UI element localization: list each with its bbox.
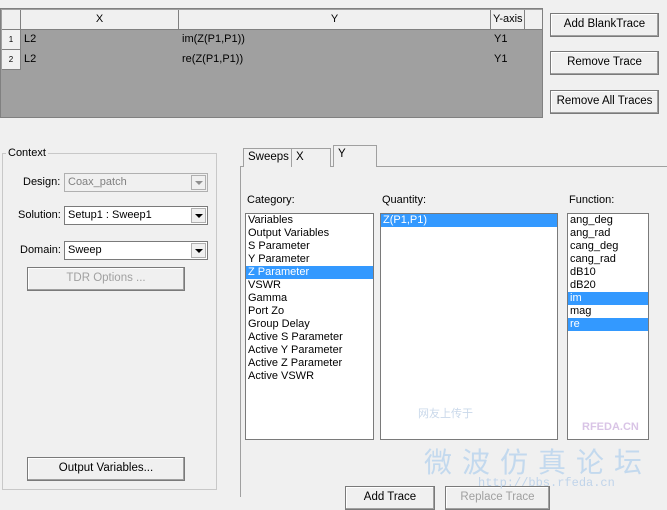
list-item[interactable]: cang_deg (568, 240, 648, 253)
remove-trace-button[interactable]: Remove Trace (550, 51, 659, 75)
list-item[interactable]: Active Z Parameter (246, 357, 373, 370)
list-item[interactable]: Group Delay (246, 318, 373, 331)
context-groupbox (2, 153, 217, 490)
column-header-blank (525, 10, 543, 30)
list-item-selected[interactable]: im (568, 292, 648, 305)
list-item[interactable]: Gamma (246, 292, 373, 305)
context-title: Context (6, 147, 48, 159)
traces-grid-header: X Y Y-axis (2, 10, 543, 30)
design-label: Design: (23, 176, 61, 188)
chevron-down-icon (191, 175, 206, 190)
solution-label: Solution: (18, 209, 61, 221)
domain-label: Domain: (20, 244, 61, 256)
domain-dropdown[interactable]: Sweep (64, 241, 208, 260)
tab-y[interactable]: Y (333, 145, 377, 167)
column-header-y[interactable]: Y (179, 10, 491, 30)
solution-dropdown[interactable]: Setup1 : Sweep1 (64, 206, 208, 225)
quantity-label: Quantity: (382, 194, 427, 206)
design-dropdown: Coax_patch (64, 173, 208, 192)
list-item[interactable]: Active S Parameter (246, 331, 373, 344)
list-item[interactable]: dB20 (568, 279, 648, 292)
cell-y[interactable]: im(Z(P1,P1)) (179, 30, 491, 50)
list-item[interactable]: Y Parameter (246, 253, 373, 266)
list-item[interactable]: Active VSWR (246, 370, 373, 383)
list-item-selected[interactable]: re (568, 318, 648, 331)
list-item-selected[interactable]: Z(P1,P1) (381, 214, 557, 227)
traces-grid[interactable]: X Y Y-axis 1 L2 im(Z(P1,P1)) Y1 2 L2 re(… (0, 8, 543, 118)
row-number: 1 (2, 30, 21, 50)
list-item[interactable]: ang_rad (568, 227, 648, 240)
tab-x[interactable]: X (291, 148, 331, 167)
remove-all-traces-button[interactable]: Remove All Traces (550, 90, 659, 114)
list-item[interactable]: cang_rad (568, 253, 648, 266)
list-item[interactable]: Port Zo (246, 305, 373, 318)
add-blank-trace-button[interactable]: Add BlankTrace (550, 13, 659, 37)
list-item[interactable]: ang_deg (568, 214, 648, 227)
list-item[interactable]: mag (568, 305, 648, 318)
list-item[interactable]: S Parameter (246, 240, 373, 253)
list-item[interactable]: Variables (246, 214, 373, 227)
list-item[interactable]: dB10 (568, 266, 648, 279)
cell-x[interactable]: L2 (21, 30, 179, 50)
chevron-down-icon[interactable] (191, 208, 206, 223)
tab-sweeps[interactable]: Sweeps (243, 148, 294, 167)
cell-x[interactable]: L2 (21, 50, 179, 70)
chevron-down-icon[interactable] (191, 243, 206, 258)
function-label: Function: (569, 194, 615, 206)
row-number: 2 (2, 50, 21, 70)
cell-y-axis[interactable]: Y1 (491, 30, 525, 50)
list-item[interactable]: Output Variables (246, 227, 373, 240)
list-item[interactable]: VSWR (246, 279, 373, 292)
tdr-options-button: TDR Options ... (27, 267, 185, 291)
function-list[interactable]: ang_deg ang_rad cang_deg cang_rad dB10 d… (567, 213, 649, 440)
cell-y[interactable]: re(Z(P1,P1)) (179, 50, 491, 70)
watermark-small-text: 网友上传于 (418, 407, 473, 420)
add-trace-button[interactable]: Add Trace (345, 486, 435, 510)
list-item-selected[interactable]: Z Parameter (246, 266, 373, 279)
watermark-url: http://bbs.rfeda.cn (478, 476, 615, 490)
output-variables-button[interactable]: Output Variables... (27, 457, 185, 481)
table-row[interactable]: 2 L2 re(Z(P1,P1)) Y1 (2, 50, 525, 70)
table-row[interactable]: 1 L2 im(Z(P1,P1)) Y1 (2, 30, 525, 50)
cell-y-axis[interactable]: Y1 (491, 50, 525, 70)
watermark-site: RFEDA.CN (582, 421, 639, 433)
grid-corner (2, 10, 21, 30)
list-item[interactable]: Active Y Parameter (246, 344, 373, 357)
domain-value: Sweep (68, 244, 102, 256)
column-header-y-axis[interactable]: Y-axis (491, 10, 525, 30)
watermark-cn-title: 微波仿真论坛 (424, 446, 653, 479)
category-label: Category: (247, 194, 295, 206)
design-value: Coax_patch (68, 176, 127, 188)
category-list[interactable]: Variables Output Variables S Parameter Y… (245, 213, 374, 440)
column-header-x[interactable]: X (21, 10, 179, 30)
solution-value: Setup1 : Sweep1 (68, 209, 152, 221)
